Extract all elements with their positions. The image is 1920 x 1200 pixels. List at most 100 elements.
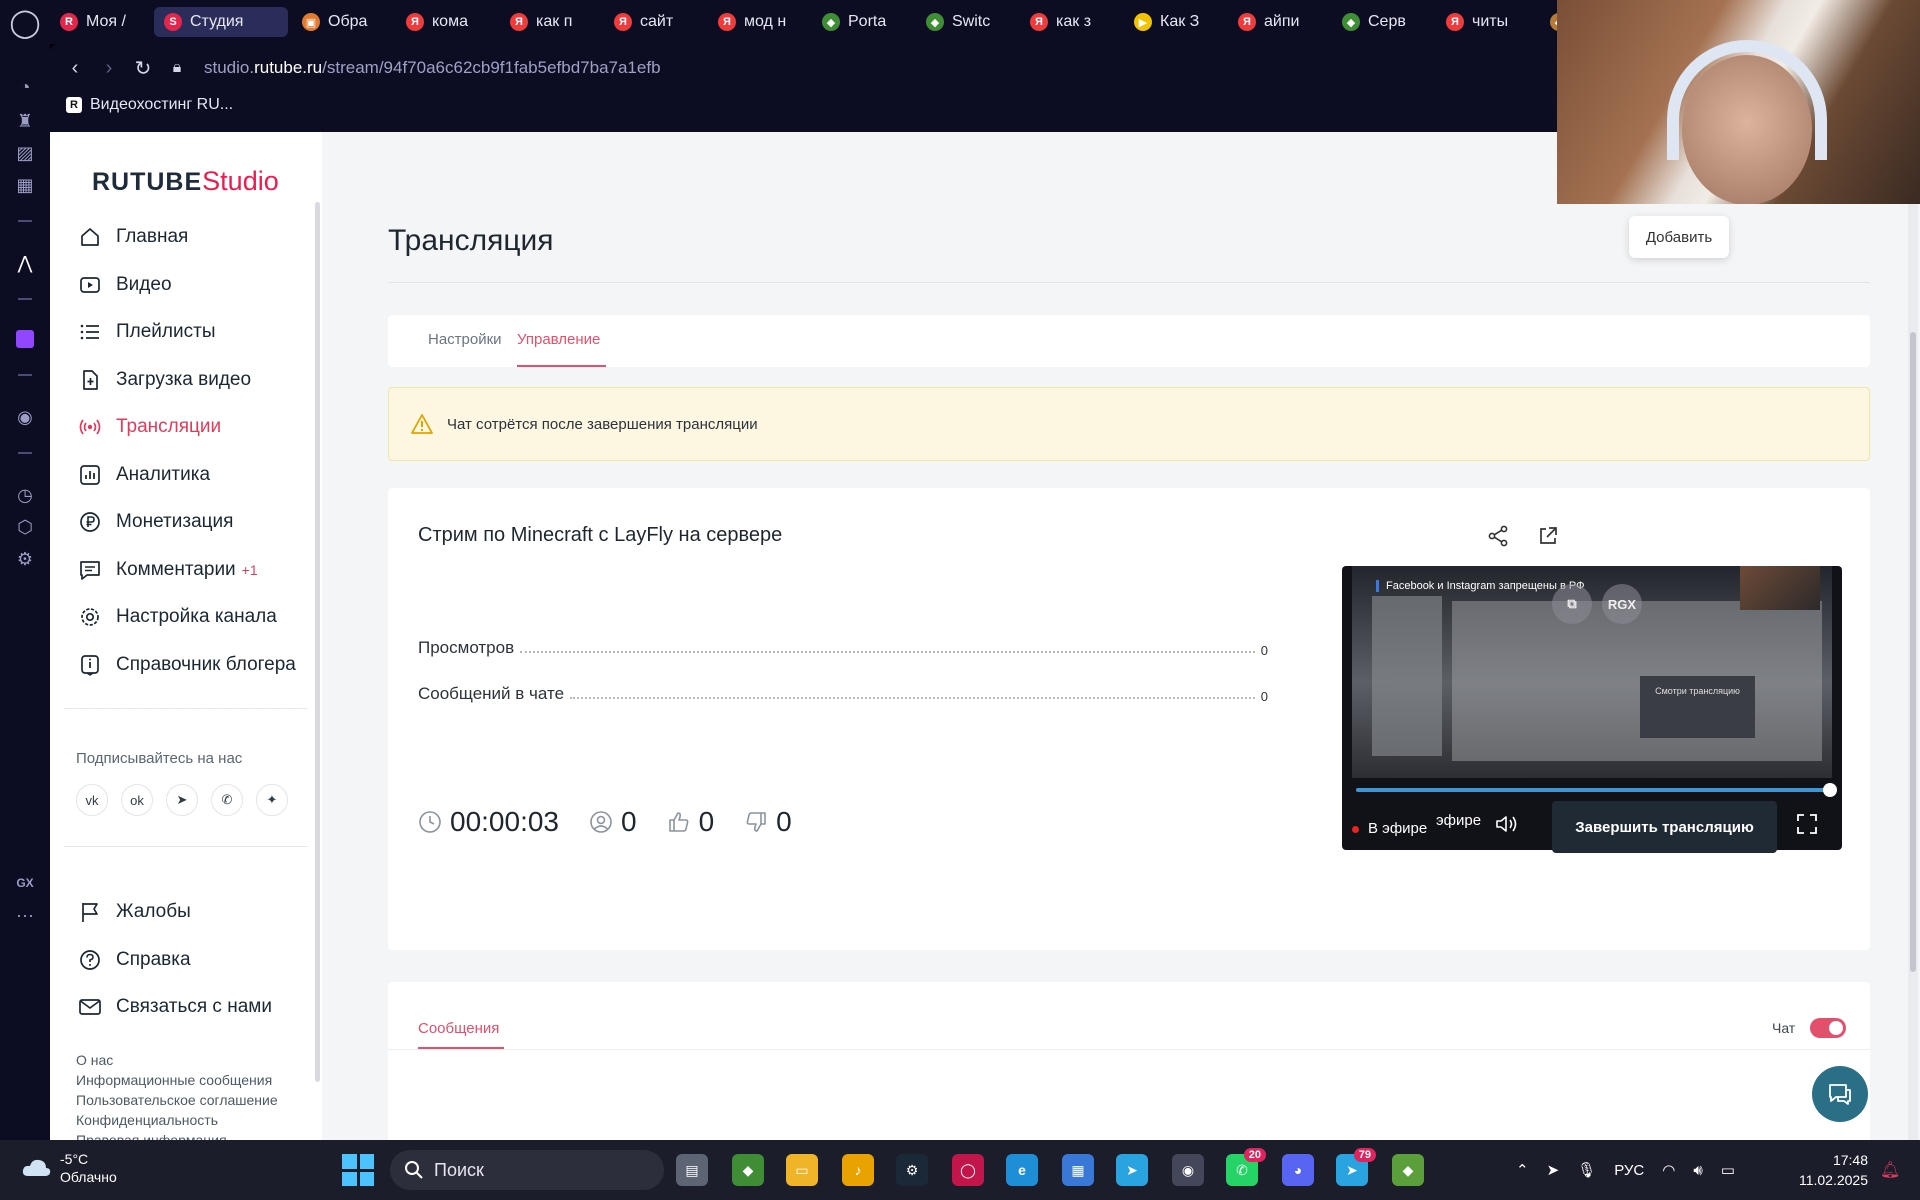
yandex-music-icon[interactable]: ♪ <box>842 1154 874 1186</box>
browser-tab[interactable]: Якак п <box>500 7 600 37</box>
gx-control-icon[interactable]: ▦ <box>12 172 38 198</box>
browser-tab[interactable]: Ясайт <box>604 7 704 37</box>
footer-link[interactable]: Информационные сообщения <box>76 1072 272 1088</box>
rutube-studio-logo[interactable]: RUTUBEStudio <box>92 166 279 197</box>
sidebar-item[interactable]: Загрузка видео <box>78 362 318 398</box>
fullscreen-icon[interactable] <box>1792 810 1822 838</box>
chat-toggle[interactable] <box>1810 1018 1846 1038</box>
end-stream-button[interactable]: Завершить трансляцию <box>1552 801 1777 853</box>
speaker-icon[interactable]: 🔊︎ <box>1693 1162 1702 1179</box>
browser-tab[interactable]: Ямод н <box>708 7 808 37</box>
stream-counters: 00:00:03 0 0 0 <box>418 806 792 838</box>
browser-tab[interactable]: ◆ Switc <box>916 7 1016 37</box>
footer-link[interactable]: Конфиденциальность <box>76 1112 218 1128</box>
sidebar-item[interactable]: Связаться с нами <box>78 989 318 1025</box>
volume-icon[interactable] <box>1492 810 1522 838</box>
dzen-icon[interactable]: ✦ <box>256 784 288 816</box>
opera-logo-icon[interactable]: ◯ <box>0 0 50 44</box>
language-indicator[interactable]: РУС <box>1614 1162 1644 1179</box>
notes-icon[interactable]: ▨ <box>12 140 38 166</box>
wifi-icon[interactable]: ◠ <box>1662 1161 1675 1179</box>
obs-icon[interactable]: ◉ <box>1172 1154 1204 1186</box>
browser-tab[interactable]: Якак з <box>1020 7 1120 37</box>
sidebar-item[interactable]: Главная <box>78 219 318 255</box>
sidebar-item[interactable]: Трансляции <box>78 409 318 445</box>
browser-tab[interactable]: S Студия <box>154 7 288 37</box>
minecraft-icon[interactable]: ◆ <box>732 1154 764 1186</box>
browser-tab[interactable]: Ячиты <box>1436 7 1536 37</box>
sidebar-item[interactable]: Справка <box>78 942 318 978</box>
support-chat-button[interactable] <box>1812 1066 1868 1122</box>
rgx-chip[interactable]: RGX <box>1602 584 1642 624</box>
browser-tab[interactable]: ◆ Серв <box>1332 7 1432 37</box>
windows-start-icon[interactable] <box>342 1154 374 1186</box>
sidebar-item[interactable]: Справочник блогера <box>78 647 318 683</box>
share-icon[interactable] <box>1484 522 1512 550</box>
open-external-icon[interactable] <box>1534 522 1562 550</box>
player-progress-bar[interactable] <box>1356 788 1831 792</box>
sidebar-item[interactable]: Настройка канала <box>78 599 318 635</box>
browser-tab[interactable]: R Моя / <box>50 7 150 37</box>
file-explorer-icon[interactable]: ▭ <box>786 1154 818 1186</box>
taskbar-search[interactable]: Поиск <box>390 1150 664 1190</box>
sidebar-item[interactable]: Монетизация <box>78 504 318 540</box>
footer-link[interactable]: О нас <box>76 1052 113 1068</box>
browser-tab[interactable]: Якома <box>396 7 496 37</box>
sidebar-item[interactable]: Плейлисты <box>78 314 318 350</box>
browser-tab[interactable]: Яайпи <box>1228 7 1328 37</box>
sidebar-item[interactable]: Видео <box>78 267 318 303</box>
sidebar-item[interactable]: Жалобы <box>78 894 318 930</box>
reload-icon[interactable]: ↻ <box>126 56 160 81</box>
ms-store-icon[interactable]: ▦ <box>1062 1154 1094 1186</box>
viber-icon[interactable]: ✆ <box>211 784 243 816</box>
sidebar-item[interactable]: Комментарии +1 <box>78 552 318 588</box>
sidebar-item[interactable]: Аналитика <box>78 457 318 493</box>
footer-link[interactable]: Правовая информация <box>76 1132 227 1140</box>
notification-bell-icon[interactable]: 🔔︎ <box>1880 1160 1900 1180</box>
tab-settings[interactable]: Настройки <box>428 331 502 348</box>
telegram-taskbar-icon[interactable]: ➤ <box>1116 1154 1148 1186</box>
footer-link[interactable]: Пользовательское соглашение <box>76 1092 278 1108</box>
weather-widget[interactable]: -5°C Облачно <box>20 1150 117 1186</box>
forward-icon[interactable]: › <box>92 57 126 80</box>
edge-icon[interactable]: e <box>1006 1154 1038 1186</box>
extensions-icon[interactable]: ⬡ <box>12 514 38 540</box>
more-icon[interactable]: ··· <box>12 902 38 928</box>
bookmark-item[interactable]: R Видеохостинг RU... <box>66 96 233 114</box>
player-progress-knob[interactable] <box>1823 783 1837 797</box>
whatsapp-icon[interactable]: ✆ 20 <box>1226 1148 1266 1186</box>
browser-tab[interactable]: ▣ Обра <box>292 7 392 37</box>
discord-icon[interactable]: ◕ <box>1282 1154 1314 1186</box>
opera-gx-taskbar-icon[interactable]: ◯ <box>952 1154 984 1186</box>
minecraft-launcher-icon[interactable]: ◆ <box>1392 1154 1424 1186</box>
telegram-tray-icon[interactable]: ➤ <box>1547 1161 1560 1179</box>
twitch-icon[interactable] <box>12 326 38 352</box>
steam-icon[interactable]: ⚙ <box>896 1154 928 1186</box>
browser-tab[interactable]: ◆ Porta <box>812 7 912 37</box>
tab-messages[interactable]: Сообщения <box>418 1020 499 1037</box>
sidebar-scrollbar[interactable] <box>315 202 320 1082</box>
url-field[interactable]: studio.rutube.ru/stream/94f70a6c62cb9f1f… <box>204 58 661 78</box>
mic-icon[interactable]: 🎙︎ <box>1577 1161 1596 1179</box>
vk-icon[interactable]: vk <box>76 784 108 816</box>
battery-icon[interactable]: ▭ <box>1721 1161 1735 1179</box>
pip-icon[interactable]: ⧉ <box>1552 584 1592 624</box>
telegram-icon[interactable]: ➤ <box>166 784 198 816</box>
tray-overflow-icon[interactable]: ⌃ <box>1516 1161 1529 1179</box>
history-icon[interactable]: ◷ <box>12 482 38 508</box>
tab-management[interactable]: Управление <box>517 331 600 348</box>
crypto-wallet-icon[interactable]: ♜ <box>12 108 38 134</box>
lock-icon: 🔒︎ <box>172 59 182 76</box>
browser-tab[interactable]: ▶ Как З <box>1124 7 1224 37</box>
taskbar-clock[interactable]: 17:48 11.02.2025 <box>1790 1150 1868 1190</box>
arc-icon[interactable]: ⋀ <box>12 250 38 276</box>
gx-logo-icon[interactable]: GX <box>12 870 38 896</box>
settings-icon[interactable]: ⚙ <box>12 546 38 572</box>
page-scrollbar[interactable] <box>1908 132 1918 1140</box>
ok-icon[interactable]: ok <box>121 784 153 816</box>
speed-dial-icon[interactable]: ◔ <box>12 74 38 100</box>
task-view-icon[interactable]: ▤ <box>676 1154 708 1186</box>
telegram-2-icon[interactable]: ➤ 79 <box>1336 1148 1376 1186</box>
back-icon[interactable]: ‹ <box>58 57 92 80</box>
player-icon[interactable]: ◉ <box>12 404 38 430</box>
